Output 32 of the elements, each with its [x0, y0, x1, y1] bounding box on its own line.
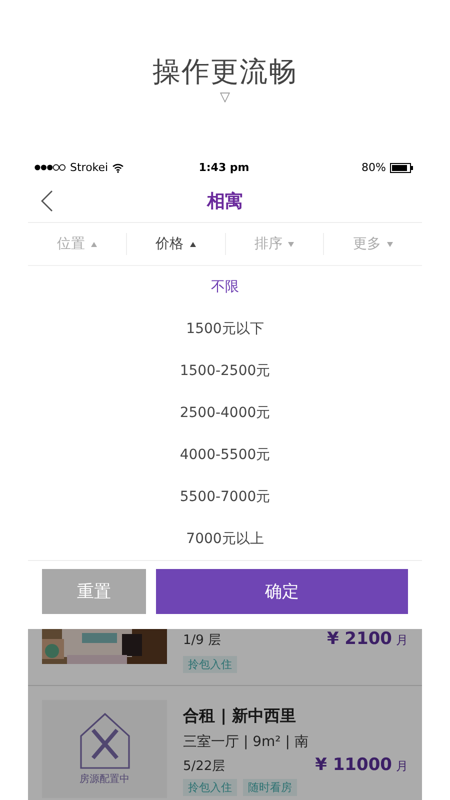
headline-title: 操作更流畅 [152, 54, 298, 90]
price-option[interactable]: 7000元以上 [186, 530, 264, 548]
status-time: 1:43 pm [198, 161, 250, 174]
floor-text: 5/22层 [183, 758, 226, 775]
house-wrench-icon [78, 712, 130, 770]
floor-text: 1/9 层 [183, 632, 222, 649]
price-option[interactable]: 1500元以下 [186, 320, 264, 338]
price-text: ¥ 11000 [315, 755, 392, 775]
price-option[interactable]: 4000-5500元 [180, 446, 270, 464]
signal-icon [34, 164, 66, 171]
price-option[interactable]: 2500-4000元 [180, 404, 270, 422]
placeholder-caption: 房源配置中 [80, 772, 130, 786]
carrier-name: Strokei [70, 161, 108, 174]
page-title: 相寓 [207, 190, 243, 213]
confirm-button[interactable]: 确定 [156, 569, 408, 614]
battery-icon [390, 162, 414, 172]
price-unit: 月 [396, 633, 408, 647]
feature-tag: 拎包入住 [183, 779, 237, 796]
price-option[interactable]: 5500-7000元 [180, 488, 270, 506]
wifi-icon [112, 162, 124, 172]
listing-title: 合租 | 新中西里 [183, 706, 297, 727]
price-unit: 月 [396, 759, 408, 773]
battery-percent: 80% [362, 161, 386, 174]
down-triangle-icon: ▽ [220, 90, 230, 105]
price-text: ¥ 2100 [326, 629, 392, 649]
price-option[interactable]: 不限 [211, 278, 239, 296]
filter-tab[interactable]: 价格 [126, 233, 224, 255]
feature-tag: 随时看房 [243, 779, 297, 796]
back-icon[interactable] [40, 190, 54, 212]
feature-tag: 拎包入住 [183, 656, 237, 673]
listing-specs: 三室一厅 | 9m² | 南 [183, 733, 310, 751]
price-option[interactable]: 1500-2500元 [180, 362, 270, 380]
